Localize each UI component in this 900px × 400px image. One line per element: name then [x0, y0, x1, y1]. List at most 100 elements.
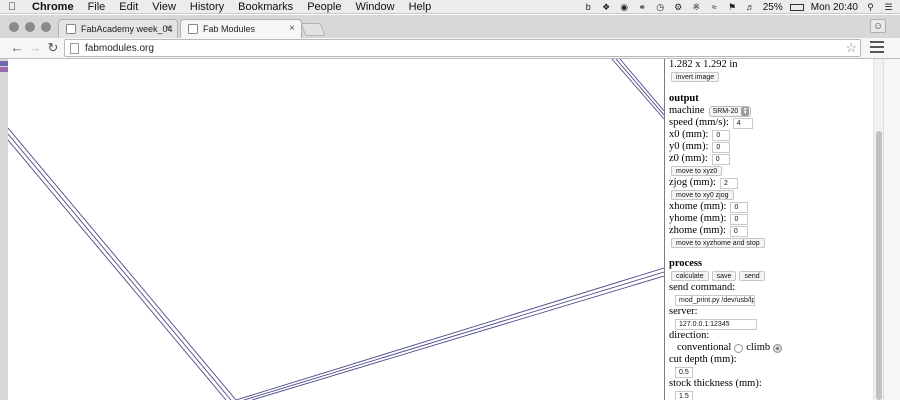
menu-file[interactable]: File — [88, 0, 106, 14]
save-button[interactable]: save — [711, 271, 737, 281]
tab-strip: FabAcademy week_04 × Fab Modules × ☺ — [0, 15, 900, 38]
invert-image-button[interactable]: invert image — [671, 72, 720, 82]
zjog-label: zjog (mm): — [669, 177, 716, 188]
conventional-radio[interactable] — [734, 343, 744, 353]
creative-cloud-icon[interactable]: ⚭ — [637, 2, 648, 12]
conventional-label: conventional — [677, 342, 732, 353]
apple-menu-icon[interactable]:  — [8, 0, 20, 14]
search-icon[interactable]: ⚲ — [865, 2, 876, 12]
toolpath-drawing — [8, 59, 664, 400]
flag-icon[interactable]: ⚑ — [727, 2, 738, 12]
move-to-xyz0-button[interactable]: move to xyz0 — [671, 166, 723, 176]
toolpath-line — [8, 133, 232, 400]
menu-people[interactable]: People — [307, 0, 341, 14]
z0-label: z0 (mm): — [669, 153, 708, 164]
stock-thickness-input[interactable]: 1.5 — [675, 390, 693, 400]
browser-toolbar: ← → ↻ fabmodules.org ☆ — [0, 38, 900, 59]
tab-fab-modules[interactable]: Fab Modules × — [180, 19, 302, 38]
battery-icon[interactable] — [789, 3, 804, 11]
zjog-input[interactable]: 2 — [719, 177, 738, 189]
maximize-window-button[interactable] — [41, 22, 51, 32]
zhome-input[interactable]: 0 — [729, 225, 748, 237]
tab-title: Fab Modules — [203, 24, 256, 34]
minimize-window-button[interactable] — [25, 22, 35, 32]
speed-input[interactable]: 4 — [732, 117, 753, 129]
climb-radio[interactable] — [773, 343, 783, 353]
macos-menu-bar:  Chrome File Edit View History Bookmark… — [0, 0, 900, 14]
wifi-icon[interactable]: ≈ — [709, 2, 720, 12]
b-status-icon[interactable]: b — [583, 2, 594, 12]
yhome-label: yhome (mm): — [669, 213, 727, 224]
new-tab-button[interactable] — [300, 23, 326, 36]
toolpath-line — [243, 271, 664, 400]
page-favicon-icon — [66, 24, 76, 34]
climb-label: climb — [746, 342, 771, 353]
menu-window[interactable]: Window — [355, 0, 394, 14]
tab-close-icon[interactable]: × — [289, 20, 295, 38]
yhome-input[interactable]: 0 — [730, 213, 749, 225]
cut-depth-input[interactable]: 0.5 — [675, 366, 693, 378]
page-scrollbar[interactable] — [883, 59, 900, 400]
send-command-input[interactable]: mod_print.py /dev/usb/lp — [675, 294, 755, 306]
menu-view[interactable]: View — [152, 0, 176, 14]
tiny-purple-icon — [0, 67, 8, 72]
profile-icon[interactable]: ☺ — [870, 19, 886, 33]
menu-history[interactable]: History — [190, 0, 224, 14]
move-to-xyzhome-and-stop-button[interactable]: move to xyzhome and stop — [671, 238, 765, 248]
settings-panel: 1.282 x 1.292 in invert image output mac… — [665, 59, 873, 400]
address-bar[interactable]: fabmodules.org ☆ — [64, 39, 861, 57]
xhome-input[interactable]: 0 — [730, 201, 749, 213]
x0-input[interactable]: 0 — [712, 129, 731, 141]
url-text[interactable]: fabmodules.org — [85, 40, 154, 57]
reload-icon[interactable]: ↻ — [45, 40, 61, 56]
forward-arrow-icon[interactable]: → — [27, 40, 43, 56]
toolpath-line — [8, 127, 237, 400]
toolpath-line — [619, 59, 664, 112]
back-arrow-icon[interactable]: ← — [9, 40, 25, 56]
notification-center-icon[interactable]: ☰ — [883, 2, 894, 12]
machine-select-value: SRM-20 — [712, 107, 739, 115]
image-dimensions: 1.282 x 1.292 in — [669, 59, 738, 70]
menu-edit[interactable]: Edit — [119, 0, 138, 14]
menu-bookmarks[interactable]: Bookmarks — [238, 0, 293, 14]
dropbox-icon[interactable]: ❖ — [601, 2, 612, 12]
battery-percent[interactable]: 25% — [763, 2, 783, 13]
cut-depth-label: cut depth (mm): — [669, 354, 737, 365]
send-command-label: send command: — [669, 282, 736, 293]
bluetooth-icon[interactable]: ※ — [691, 2, 702, 12]
tab-fabacademy[interactable]: FabAcademy week_04 × — [58, 19, 178, 38]
page-content: 1.282 x 1.292 in invert image output mac… — [0, 59, 900, 400]
page-icon — [70, 43, 79, 54]
machine-select[interactable]: SRM-20 ▲ ▼ — [708, 105, 752, 117]
tab-close-icon[interactable]: × — [165, 20, 171, 38]
bookmark-star-icon[interactable]: ☆ — [845, 40, 857, 56]
tiny-blue-icon — [0, 61, 8, 66]
settings-icon[interactable]: ⚙ — [673, 2, 684, 12]
send-button[interactable]: send — [739, 271, 765, 281]
close-window-button[interactable] — [9, 22, 19, 32]
volume-icon[interactable]: ♬ — [745, 2, 756, 12]
eye-icon[interactable]: ◉ — [619, 2, 630, 12]
y0-input[interactable]: 0 — [712, 141, 731, 153]
time-machine-icon[interactable]: ◷ — [655, 2, 666, 12]
chrome-menu-icon[interactable] — [870, 41, 884, 54]
toolpath-line — [8, 139, 227, 400]
process-heading: process — [669, 258, 703, 269]
stock-thickness-label: stock thickness (mm): — [669, 378, 762, 389]
menu-help[interactable]: Help — [409, 0, 432, 14]
toolpath-canvas[interactable] — [8, 59, 664, 400]
clock[interactable]: Mon 20:40 — [811, 2, 858, 13]
output-heading: output — [669, 93, 699, 104]
server-label: server: — [669, 306, 698, 317]
panel-scrollbar[interactable] — [873, 59, 883, 400]
zhome-label: zhome (mm): — [669, 225, 726, 236]
move-to-xy0-zjog-button[interactable]: move to xy0 zjog — [671, 190, 734, 200]
menu-app-chrome[interactable]: Chrome — [32, 0, 74, 14]
panel-scrollbar-thumb[interactable] — [876, 131, 882, 400]
toolpath-lines — [8, 59, 664, 400]
server-input[interactable]: 127.0.0.1:12345 — [675, 318, 757, 330]
calculate-button[interactable]: calculate — [671, 271, 709, 281]
machine-label: machine — [669, 105, 705, 116]
left-edge-strip — [0, 59, 8, 400]
z0-input[interactable]: 0 — [711, 153, 730, 165]
